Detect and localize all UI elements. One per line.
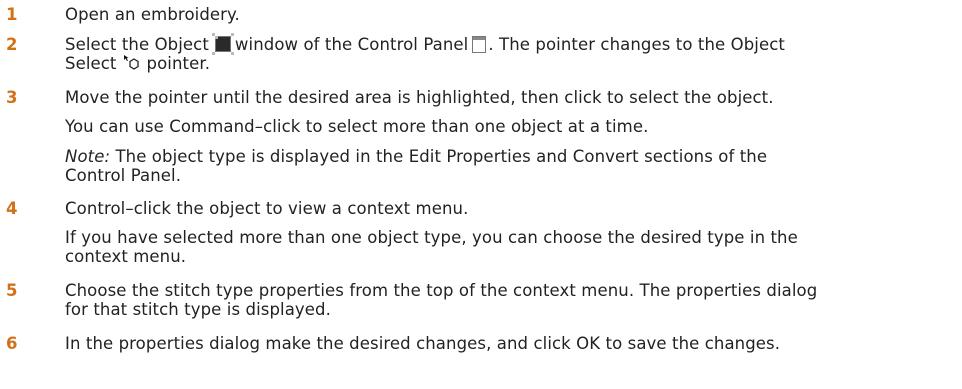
step-text: Move the pointer until the desired area … — [65, 88, 774, 107]
step-text: . The pointer changes to the Object — [488, 35, 785, 54]
step-text: Select — [65, 54, 117, 73]
step-text: Select the Object — [65, 35, 209, 54]
step-text: pointer. — [146, 54, 211, 73]
note-text: The object type is displayed in the Edit… — [110, 147, 768, 166]
step-text: You can use Command–click to select more… — [65, 117, 649, 136]
note-text: Control Panel. — [65, 166, 182, 185]
step-text: Open an embroidery. — [65, 5, 240, 24]
step-text: If you have selected more than one objec… — [65, 228, 798, 247]
control-panel-icon — [472, 36, 487, 53]
step-number: 4 — [6, 199, 18, 218]
step-text-line: Select pointer. — [65, 54, 210, 74]
step-text: Choose the stitch type properties from t… — [65, 281, 818, 300]
note-line: Note: The object type is displayed in th… — [65, 147, 767, 167]
step-text-line: Select the Object window of the Control P… — [65, 32, 785, 55]
object-select-pointer-icon — [123, 54, 141, 72]
step-number: 3 — [6, 88, 18, 107]
step-text: context menu. — [65, 247, 187, 266]
instruction-document: 1 Open an embroidery. 2 Select the Objec… — [0, 0, 962, 389]
object-window-icon — [211, 32, 231, 52]
step-text: window of the Control Panel — [234, 35, 469, 54]
step-text: for that stitch type is displayed. — [65, 300, 331, 319]
step-text: In the properties dialog make the desire… — [65, 334, 781, 353]
step-text: Control–click the object to view a conte… — [65, 199, 469, 218]
note-label: Note: — [65, 147, 111, 166]
step-number: 2 — [6, 35, 18, 54]
step-number: 5 — [6, 281, 18, 300]
step-number: 6 — [6, 334, 18, 353]
step-number: 1 — [6, 5, 18, 24]
